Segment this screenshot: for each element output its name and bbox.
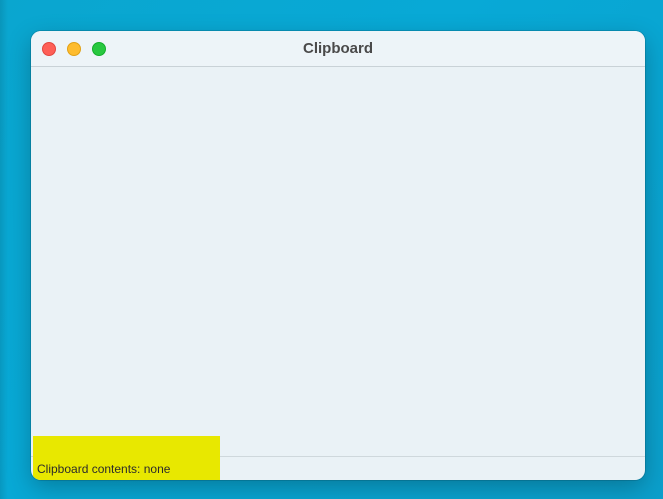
desktop-background: [0, 0, 8, 499]
clipboard-content-area: [31, 67, 645, 456]
title-bar[interactable]: Clipboard: [31, 31, 645, 67]
status-text: Clipboard contents: none: [37, 462, 171, 476]
window-title: Clipboard: [303, 40, 373, 57]
clipboard-window: Clipboard Clipboard contents: none: [31, 31, 645, 480]
